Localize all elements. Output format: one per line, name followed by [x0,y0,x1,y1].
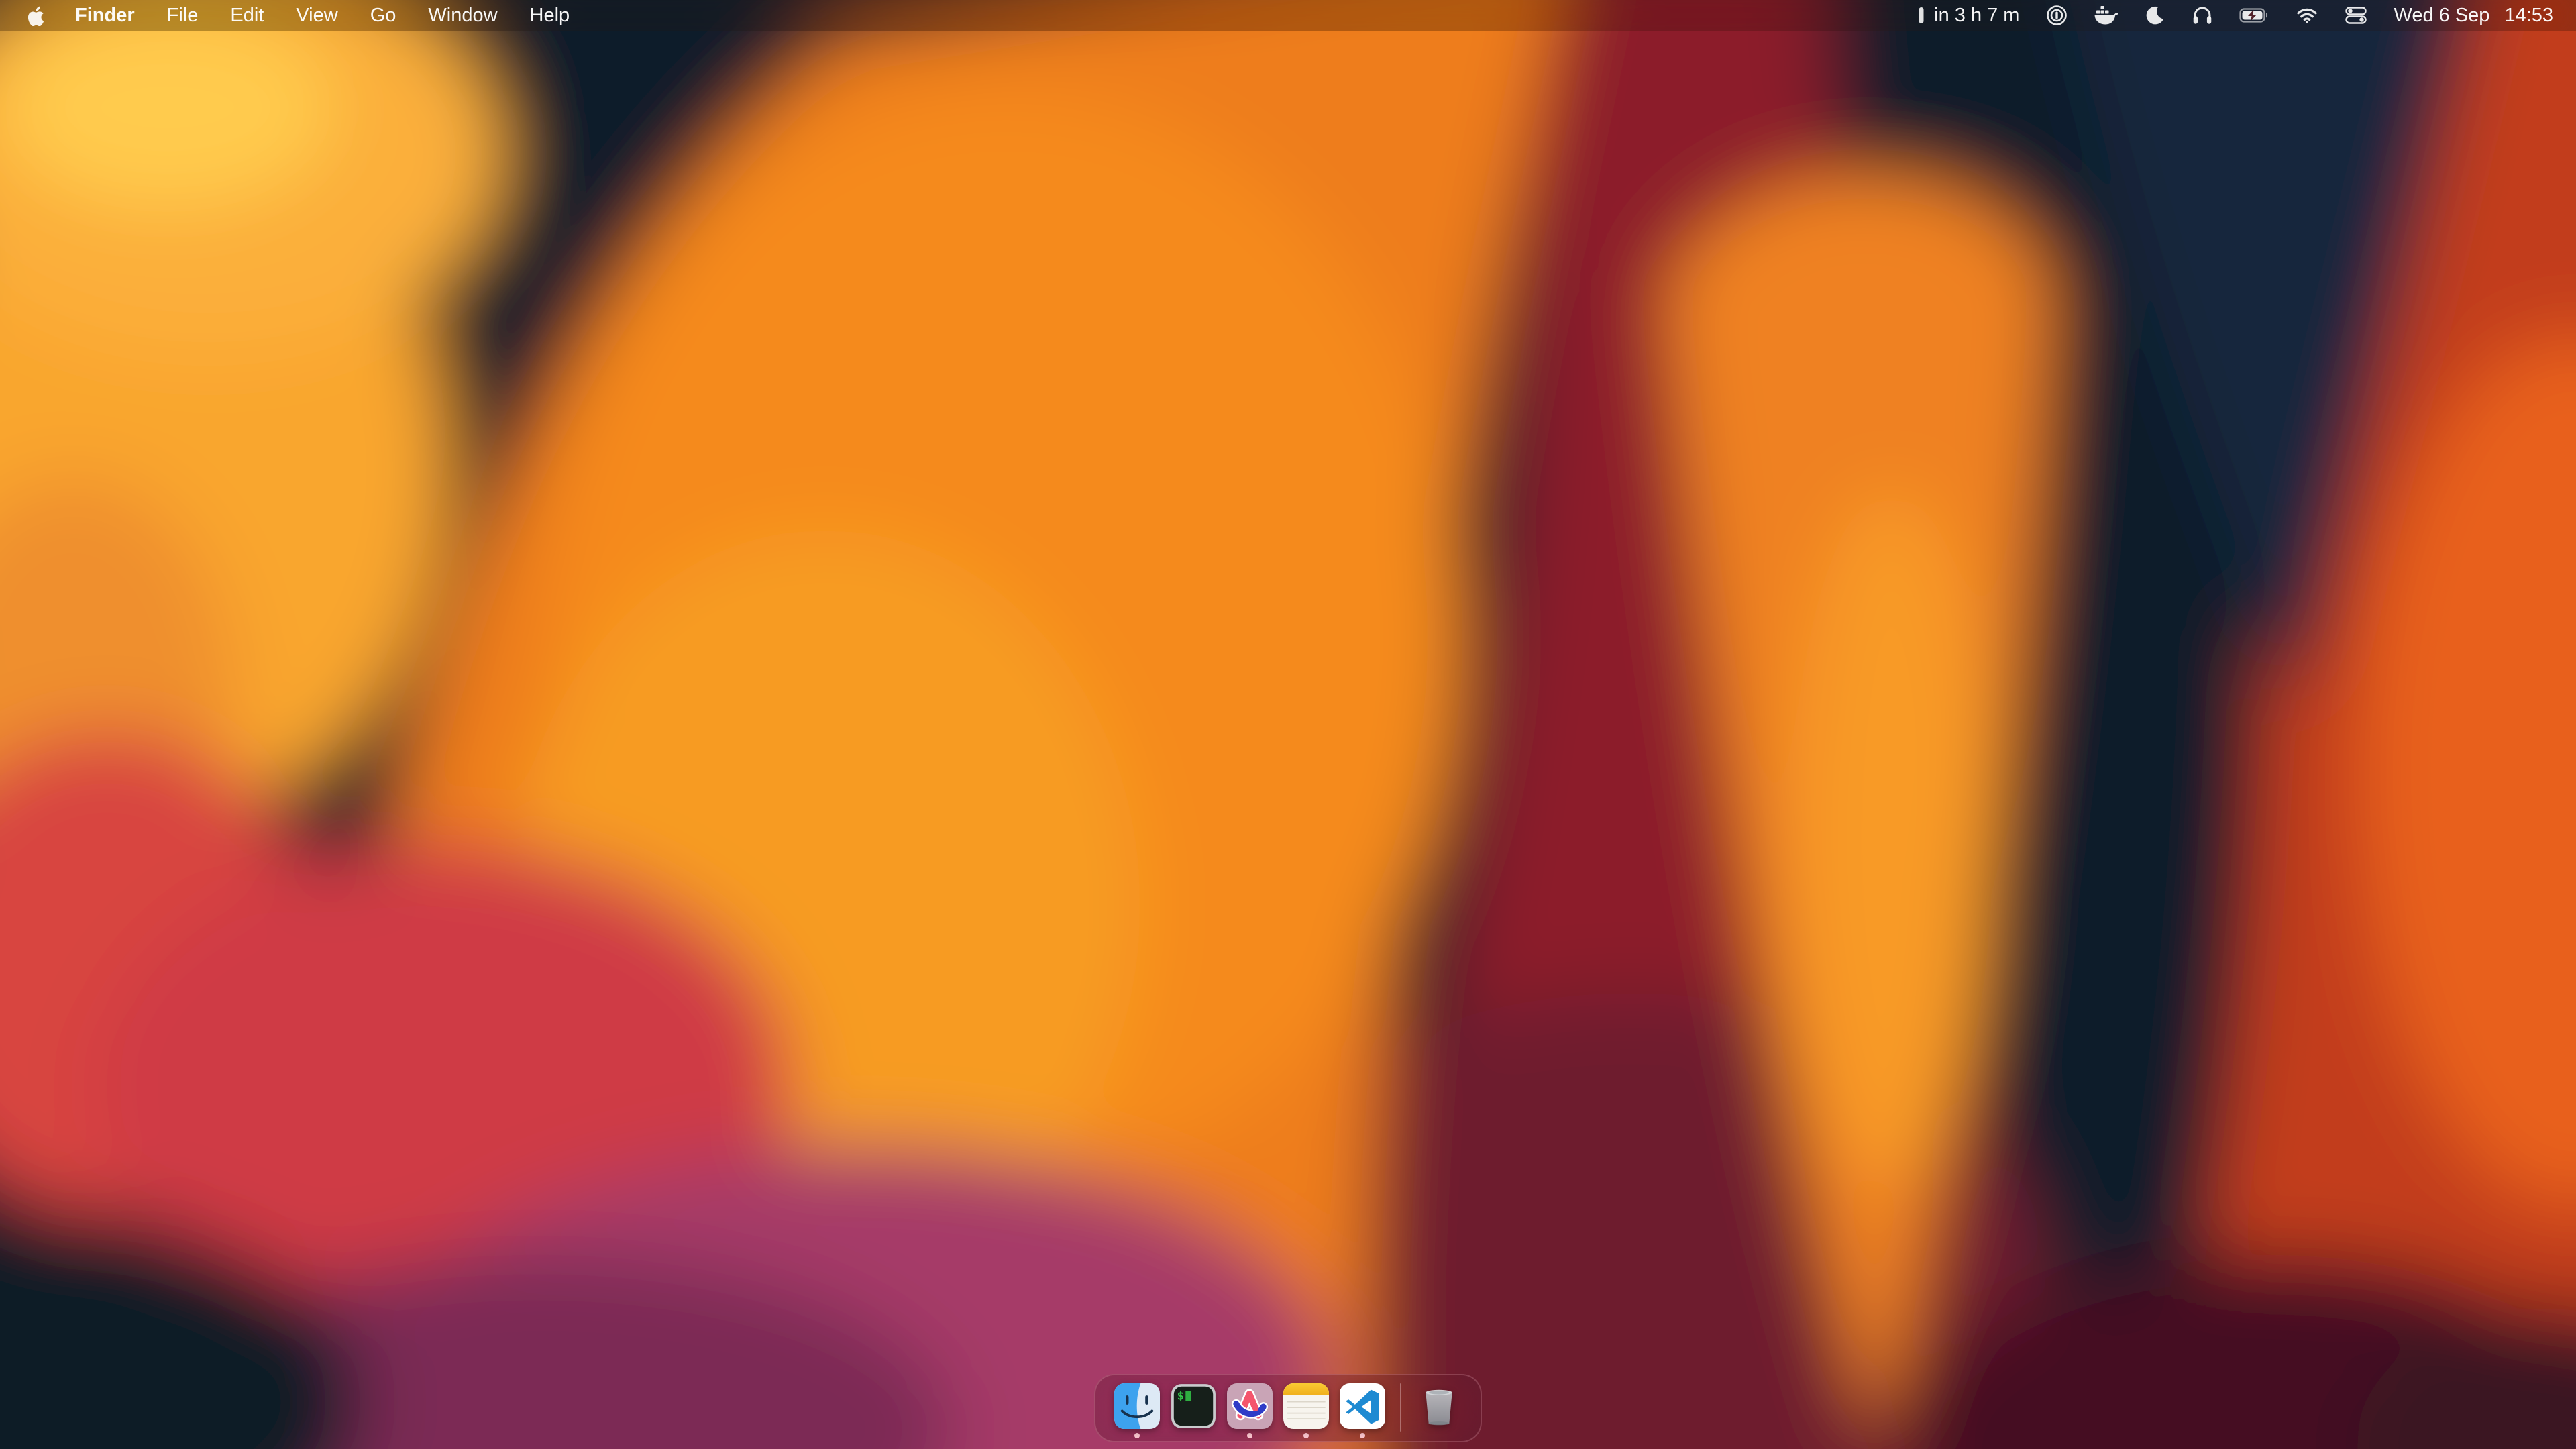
wallpaper-image [0,0,2576,1449]
focus-ring-icon [2046,5,2068,26]
trash-icon [1416,1383,1462,1429]
apple-menu[interactable] [21,0,59,31]
wifi-icon [2296,7,2318,24]
terminal-icon: $ [1171,1383,1216,1429]
status-focus-moon[interactable] [2145,0,2165,31]
apple-icon [27,5,44,26]
menu-item-go[interactable]: Go [354,0,413,31]
headphones-icon [2192,5,2212,25]
running-indicator [1134,1433,1140,1438]
notes-icon [1283,1383,1329,1429]
moon-icon [2145,5,2165,25]
finder-icon [1114,1383,1160,1429]
dock: $ [1094,1374,1482,1442]
status-battery[interactable] [2239,0,2269,31]
dock-item-notes[interactable] [1283,1383,1329,1438]
vscode-icon [1340,1383,1385,1429]
battery-charging-icon [2239,7,2269,23]
timer-pill-icon [1918,6,1925,25]
menu-item-file[interactable]: File [151,0,215,31]
app-menu-finder[interactable]: Finder [59,0,151,31]
dock-item-trash[interactable] [1416,1383,1462,1438]
status-timer[interactable]: in 3 h 7 m [1918,0,2019,31]
menu-item-edit[interactable]: Edit [214,0,280,31]
menu-item-view[interactable]: View [280,0,354,31]
timer-label: in 3 h 7 m [1934,5,2019,27]
svg-text:$: $ [1177,1389,1184,1403]
status-control-center[interactable] [2345,0,2367,31]
dock-item-finder[interactable] [1114,1383,1160,1438]
dock-item-vscode[interactable] [1340,1383,1385,1438]
dock-separator [1400,1383,1401,1432]
clock-date: Wed 6 Sep [2394,5,2489,27]
menu-item-help[interactable]: Help [514,0,586,31]
status-wifi[interactable] [2296,0,2318,31]
status-headphones[interactable] [2192,0,2212,31]
menu-bar-clock[interactable]: Wed 6 Sep 14:53 [2394,0,2553,31]
running-indicator [1247,1433,1252,1438]
docker-icon [2094,6,2118,25]
menu-bar: Finder File Edit View Go Window Help in … [0,0,2576,31]
menu-bar-status: in 3 h 7 m [1918,0,2576,31]
clock-time: 14:53 [2504,5,2553,27]
dock-item-terminal[interactable]: $ [1171,1383,1216,1438]
arc-browser-icon [1227,1383,1273,1429]
dock-item-arc[interactable] [1227,1383,1273,1438]
control-center-icon [2345,7,2367,24]
running-indicator [1360,1433,1365,1438]
status-docker[interactable] [2094,0,2118,31]
menu-item-window[interactable]: Window [412,0,513,31]
running-indicator [1303,1433,1309,1438]
menu-bar-left: Finder File Edit View Go Window Help [0,0,586,31]
status-focus-ring[interactable] [2046,0,2068,31]
desktop: { "wallpaper": { "name": "macos-ventura-… [0,0,2576,1449]
